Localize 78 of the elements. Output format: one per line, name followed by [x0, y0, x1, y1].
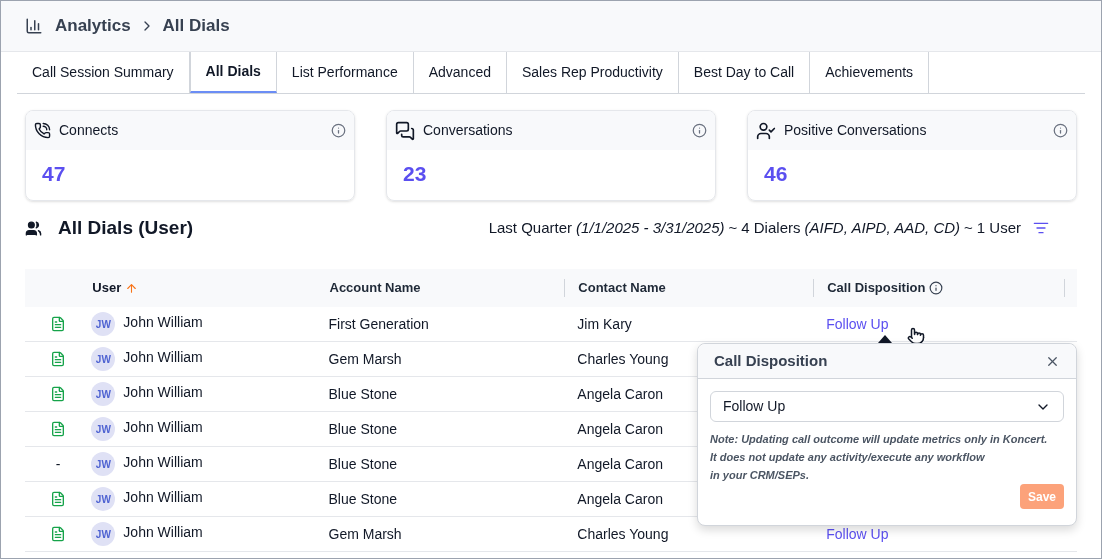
user-count: 1 User: [976, 217, 1021, 238]
tab[interactable]: All Dials: [189, 52, 277, 93]
bar-chart-icon: [25, 17, 43, 35]
tab[interactable]: List Performance: [276, 52, 414, 93]
table-cell-text: John William: [123, 487, 203, 507]
avatar: JW: [91, 382, 116, 406]
metric-label: Positive Conversations: [784, 121, 928, 140]
disposition-select[interactable]: Follow Up: [710, 391, 1064, 422]
column-header[interactable]: Call Disposition: [827, 278, 926, 298]
phone-icon: [34, 122, 51, 139]
tab[interactable]: Advanced: [413, 52, 507, 93]
tab[interactable]: Best Day to Call: [678, 52, 811, 93]
sort-arrow-icon[interactable]: [125, 281, 139, 295]
note-icon[interactable]: [50, 491, 67, 507]
table-cell: Charles Young: [577, 350, 669, 367]
period-label: Last Quarter: [488, 217, 573, 238]
table-cell: First Generation: [328, 315, 429, 332]
table-cell-text: John William: [123, 452, 203, 472]
avatar: JW: [91, 417, 116, 441]
table-cell: Blue Stone: [328, 490, 397, 507]
disposition-link[interactable]: Follow Up: [826, 315, 889, 332]
filter-icon[interactable]: [1033, 220, 1049, 236]
tab[interactable]: Achievements: [810, 52, 930, 93]
note-icon[interactable]: [50, 316, 67, 332]
breadcrumb-link[interactable]: Analytics: [55, 13, 131, 39]
dialer-count: 4 Dialers: [741, 217, 801, 238]
separator: ~: [728, 217, 738, 238]
table-cell: Jim Kary: [577, 315, 632, 332]
metric-value: 23: [402, 161, 428, 187]
info-icon[interactable]: [1053, 123, 1068, 138]
metric-label: Connects: [59, 121, 120, 140]
disposition-link[interactable]: Follow Up: [826, 525, 889, 542]
table-cell-text: John William: [123, 347, 203, 367]
tab[interactable]: Sales Rep Productivity: [506, 52, 679, 93]
table-cell: Gem Marsh: [328, 525, 402, 542]
column-header[interactable]: Account Name: [329, 278, 421, 298]
breadcrumb-current: All Dials: [162, 15, 230, 38]
table-cell: Blue Stone: [328, 420, 397, 437]
avatar: JW: [91, 487, 116, 511]
table-cell: Angela Caron: [577, 490, 663, 507]
users-icon: [25, 219, 42, 237]
table-cell: Angela Caron: [577, 420, 663, 437]
avatar: JW: [91, 312, 116, 336]
note-icon[interactable]: [50, 526, 67, 542]
table-cell: Blue Stone: [328, 455, 397, 472]
metric-value: 47: [41, 161, 67, 187]
chat-bubbles-icon: [395, 120, 415, 141]
table-cell: Angela Caron: [577, 455, 663, 472]
table-cell-text: -: [55, 454, 61, 474]
table-cell-text: John William: [123, 522, 203, 542]
info-icon[interactable]: [331, 123, 346, 138]
note-icon[interactable]: [50, 386, 67, 402]
user-check-icon: [756, 120, 776, 141]
note-icon[interactable]: [50, 351, 67, 367]
tab[interactable]: Call Session Summary: [17, 52, 190, 93]
column-header[interactable]: User: [92, 278, 122, 298]
table-cell-text: John William: [123, 417, 203, 437]
column-header[interactable]: Contact Name: [578, 278, 666, 298]
dialer-codes: (AIFD, AIPD, AAD, CD): [804, 217, 961, 238]
note-icon[interactable]: [50, 421, 67, 437]
table-cell: Angela Caron: [577, 385, 663, 402]
popover-title: Call Disposition: [714, 350, 829, 371]
metric-label: Conversations: [423, 121, 514, 140]
date-range: (1/1/2025 - 3/31/2025): [576, 217, 725, 238]
metric-value: 46: [763, 161, 789, 187]
note-text: Note: Updating call outcome will update metrics only in Koncert. It does not update any activity/execute any workflow in your CRM/SEPs.: [710, 432, 1049, 483]
avatar: JW: [91, 452, 116, 476]
avatar: JW: [91, 522, 116, 546]
info-icon[interactable]: [929, 281, 944, 295]
table-cell: Charles Young: [577, 525, 669, 542]
section-title: All Dials (User): [58, 215, 194, 240]
table-cell-text: John William: [123, 312, 203, 332]
avatar: JW: [91, 347, 116, 371]
table-cell-text: John William: [123, 382, 203, 402]
table-cell: Blue Stone: [328, 385, 397, 402]
table-cell: Gem Marsh: [328, 350, 402, 367]
separator: ~: [964, 217, 973, 238]
info-icon[interactable]: [692, 123, 707, 138]
